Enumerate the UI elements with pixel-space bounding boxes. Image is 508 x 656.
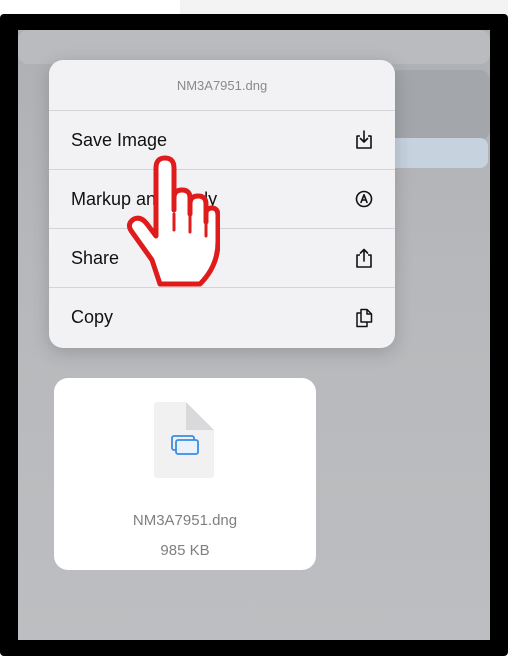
- document-fold: [186, 402, 214, 430]
- markup-icon: [355, 189, 373, 209]
- save-image-menu-item[interactable]: Save Image: [49, 111, 395, 170]
- document-icon: [154, 402, 214, 478]
- menu-item-label: Share: [71, 247, 120, 268]
- menu-item-label: Copy: [71, 307, 114, 327]
- menu-title: NM3A7951.dng: [49, 60, 395, 111]
- background-blur: [18, 30, 490, 64]
- context-menu: NM3A7951.dng Save Image Markup and Reply: [49, 60, 395, 348]
- share-icon: [355, 248, 373, 268]
- menu-item-label: Save Image: [71, 129, 168, 150]
- copy-icon: [355, 308, 373, 328]
- save-icon: [355, 130, 373, 150]
- share-menu-item[interactable]: Share: [49, 229, 395, 288]
- file-size: 985 KB: [160, 542, 210, 559]
- markup-reply-menu-item[interactable]: Markup and Reply: [49, 170, 395, 229]
- file-name: NM3A7951.dng: [132, 512, 238, 529]
- copy-menu-item[interactable]: Copy: [49, 288, 395, 347]
- device-frame: NM3A7951.dng Save Image Markup and Reply: [0, 14, 508, 656]
- background-blur: [388, 138, 488, 168]
- image-stack-icon: [171, 435, 199, 455]
- file-preview-card[interactable]: NM3A7951.dng 985 KB: [54, 378, 316, 570]
- menu-item-label: Markup and Reply: [71, 188, 218, 209]
- screen: NM3A7951.dng Save Image Markup and Reply: [18, 30, 490, 640]
